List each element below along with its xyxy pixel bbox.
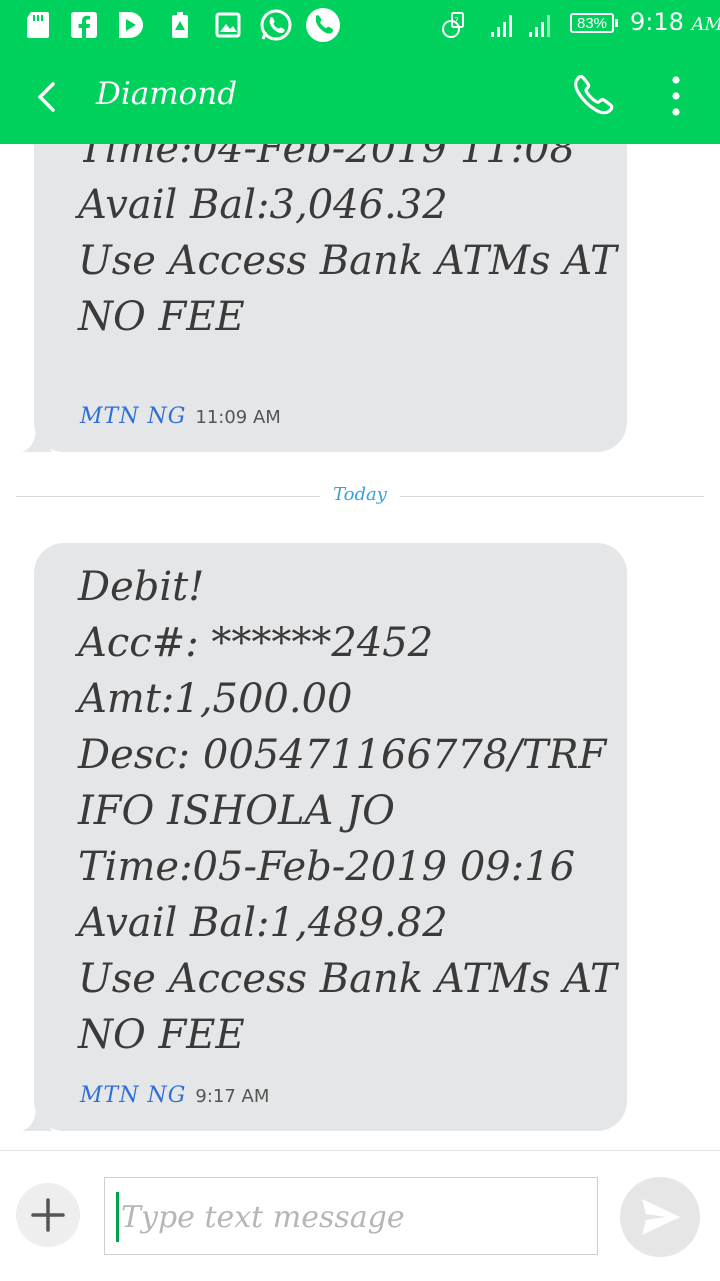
battery-saver-icon	[172, 12, 188, 38]
message-bubble[interactable]: Debit! Acc#: ******2452 Amt:1,500.00 Des…	[22, 543, 627, 1131]
message-input-box[interactable]	[104, 1177, 598, 1256]
message-sender: MTN NG	[80, 404, 187, 429]
date-divider-label: Today	[320, 484, 400, 505]
app-bar: Diamond	[0, 50, 720, 144]
message-line: Amt:1,500.00	[78, 676, 353, 722]
status-bar: ? 83% 9:18 AM	[0, 0, 720, 50]
message-time: 9:17 AM	[195, 1086, 270, 1107]
gallery-icon	[215, 12, 241, 38]
whatsapp-icon	[260, 9, 292, 41]
message-line: Avail Bal:1,489.82	[78, 900, 448, 946]
conversation-title: Diamond	[96, 76, 238, 112]
message-line: IFO ISHOLA JO	[78, 788, 395, 834]
message-input[interactable]	[119, 1178, 583, 1256]
video-play-app-icon	[119, 12, 143, 38]
message-meta: MTN NG 9:17 AM	[80, 1083, 269, 1108]
phone-app-icon	[306, 8, 340, 42]
add-attachment-icon[interactable]	[16, 1183, 80, 1247]
message-sender: MTN NG	[80, 1083, 187, 1108]
status-clock: 9:18 AM	[630, 8, 720, 36]
bubble-tail	[22, 1105, 52, 1131]
bubble-tail	[22, 426, 52, 452]
phone-icon[interactable]	[566, 70, 618, 122]
data-transfer-icon: ?	[442, 12, 464, 38]
message-line: Desc: 00547116677​8/TRF	[78, 732, 607, 778]
more-options-icon[interactable]	[652, 70, 700, 122]
message-line: Use Access Bank ATMs AT	[78, 238, 617, 284]
message-time: 11:09 AM	[195, 407, 281, 428]
message-thread[interactable]: UTC Time:04-Feb-2019 11:08 Avail Bal:3,0…	[0, 144, 720, 1150]
message-meta: MTN NG 11:09 AM	[80, 404, 281, 429]
message-line: Avail Bal:3,046.32	[78, 182, 448, 228]
message-line: NO FEE	[78, 294, 245, 340]
message-body: Time:04-Feb-2019 11:08 Avail Bal:3,046.3…	[78, 144, 617, 345]
message-line: Time:05-Feb-2019 09:16	[78, 844, 576, 890]
message-line: Acc#: ******2452	[78, 620, 434, 666]
message-body: Debit! Acc#: ******2452 Amt:1,500.00 Des…	[78, 559, 617, 1063]
battery-indicator: 83%	[570, 13, 618, 33]
signal-strength-icon-1	[491, 15, 512, 37]
message-bubble[interactable]: UTC Time:04-Feb-2019 11:08 Avail Bal:3,0…	[22, 144, 627, 452]
message-line: Use Access Bank ATMs AT	[78, 956, 617, 1002]
facebook-icon	[71, 12, 97, 39]
svg-text:?: ?	[455, 16, 459, 25]
sd-card-icon	[27, 12, 49, 38]
message-line: NO FEE	[78, 1012, 245, 1058]
signal-strength-icon-2	[529, 15, 550, 37]
message-composer	[0, 1150, 720, 1281]
send-icon[interactable]	[620, 1177, 700, 1257]
message-line: Time:04-Feb-2019 11:08	[78, 144, 576, 172]
message-line: Debit!	[78, 564, 205, 610]
back-arrow-icon[interactable]	[22, 72, 72, 122]
